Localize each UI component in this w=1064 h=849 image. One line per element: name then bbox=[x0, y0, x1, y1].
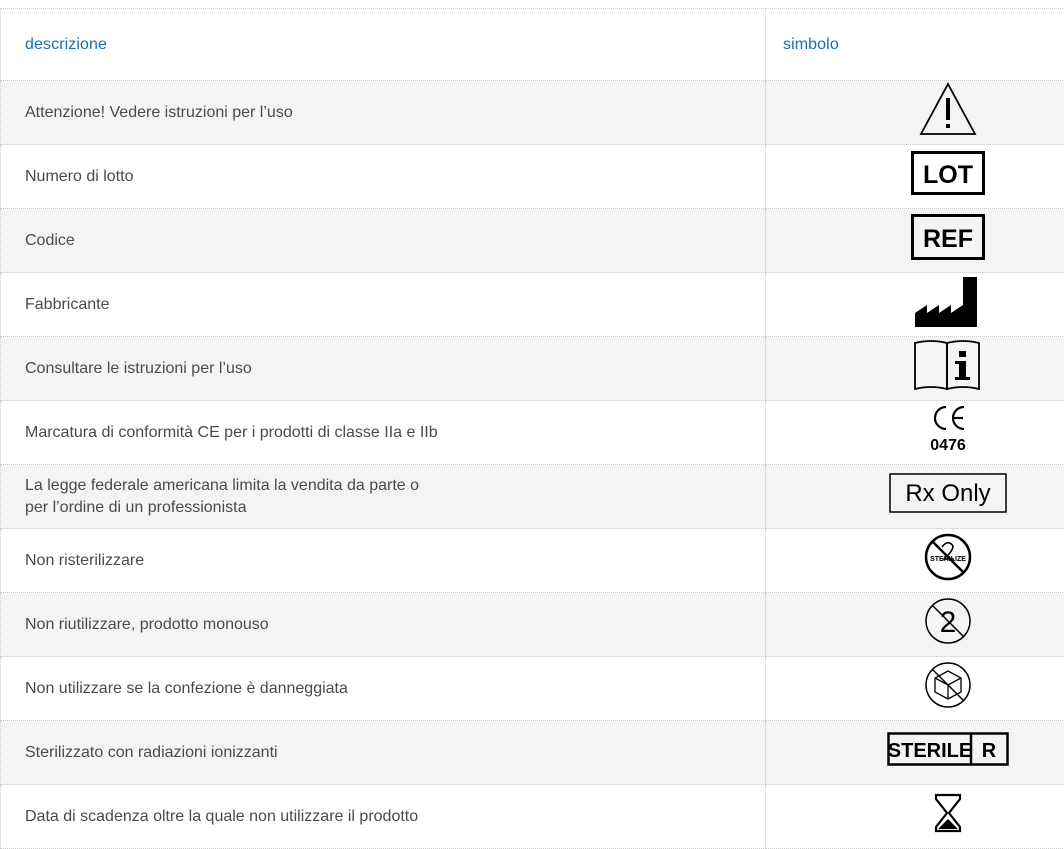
description-text: Non riutilizzare, prodotto monouso bbox=[1, 614, 765, 636]
rx-only-icon: Rx Only bbox=[873, 465, 1023, 521]
description-cell: Marcatura di conformità CE per i prodott… bbox=[1, 401, 766, 465]
symbol-cell: 2 bbox=[766, 593, 1064, 657]
consult-instructions-icon bbox=[873, 337, 1023, 393]
description-cell: Non risterilizzare bbox=[1, 529, 766, 593]
description-cell: Data di scadenza oltre la quale non util… bbox=[1, 785, 766, 849]
symbol-cell: LOT bbox=[766, 145, 1064, 209]
description-text: Data di scadenza oltre la quale non util… bbox=[1, 806, 765, 828]
hourglass-icon bbox=[873, 785, 1023, 841]
description-text: Consultare le istruzioni per l’uso bbox=[1, 358, 765, 380]
table-row: La legge federale americana limita la ve… bbox=[1, 465, 1064, 529]
description-text: Attenzione! Vedere istruzioni per l’uso bbox=[1, 102, 765, 124]
description-cell: La legge federale americana limita la ve… bbox=[1, 465, 766, 529]
lot-icon: LOT bbox=[873, 145, 1023, 201]
ce-mark-icon: 0476 bbox=[873, 401, 1023, 457]
table-row: Non utilizzare se la confezione è danneg… bbox=[1, 657, 1064, 721]
description-cell: Numero di lotto bbox=[1, 145, 766, 209]
symbol-cell bbox=[766, 657, 1064, 721]
table-row: Non riutilizzare, prodotto monouso 2 bbox=[1, 593, 1064, 657]
header-symbol-label: simbolo bbox=[766, 36, 839, 53]
ref-icon: REF bbox=[873, 209, 1023, 265]
do-not-use-if-damaged-icon bbox=[873, 657, 1023, 713]
description-cell: Codice bbox=[1, 209, 766, 273]
description-cell: Attenzione! Vedere istruzioni per l’uso bbox=[1, 81, 766, 145]
symbol-cell bbox=[766, 81, 1064, 145]
do-not-resterilize-icon: STERILIZE bbox=[873, 529, 1023, 585]
header-symbol: simbolo bbox=[766, 9, 1064, 81]
table-row: Codice REF bbox=[1, 209, 1064, 273]
sterile-text: STERILE bbox=[888, 740, 972, 762]
table-row: Numero di lotto LOT bbox=[1, 145, 1064, 209]
table-row: Marcatura di conformità CE per i prodott… bbox=[1, 401, 1064, 465]
table-row: Fabbricante bbox=[1, 273, 1064, 337]
symbol-cell: REF bbox=[766, 209, 1064, 273]
description-text: Marcatura di conformità CE per i prodott… bbox=[1, 422, 765, 444]
description-text: Non utilizzare se la confezione è danneg… bbox=[1, 678, 765, 700]
symbol-cell: Rx Only bbox=[766, 465, 1064, 529]
description-text: Non risterilizzare bbox=[1, 550, 765, 572]
table-row: Consultare le istruzioni per l’uso bbox=[1, 337, 1064, 401]
description-text-line-2: per l’ordine di un professionista bbox=[1, 497, 765, 519]
description-text-line-1: La legge federale americana limita la ve… bbox=[1, 475, 765, 497]
description-text: Numero di lotto bbox=[1, 166, 765, 188]
table-row: Non risterilizzare STERILIZE bbox=[1, 529, 1064, 593]
ref-icon-text: REF bbox=[923, 225, 973, 253]
description-text: Codice bbox=[1, 230, 765, 252]
symbols-legend-page: descrizione simbolo Attenzione! Vedere i… bbox=[0, 0, 1064, 838]
symbol-cell bbox=[766, 337, 1064, 401]
symbol-cell: STERILIZE bbox=[766, 529, 1064, 593]
do-not-reuse-icon: 2 bbox=[873, 593, 1023, 649]
warning-triangle-icon bbox=[873, 81, 1023, 137]
ce-mark-number: 0476 bbox=[930, 437, 966, 454]
sterile-r-icon: STERILE R bbox=[873, 721, 1023, 777]
sterile-method-text: R bbox=[982, 740, 997, 762]
manufacturer-icon bbox=[873, 273, 1023, 329]
header-description: descrizione bbox=[1, 9, 766, 81]
rx-only-text: Rx Only bbox=[905, 480, 990, 507]
symbol-cell bbox=[766, 785, 1064, 849]
do-not-reuse-number: 2 bbox=[940, 606, 957, 639]
symbol-cell: 0476 bbox=[766, 401, 1064, 465]
symbol-cell bbox=[766, 273, 1064, 337]
table-row: Data di scadenza oltre la quale non util… bbox=[1, 785, 1064, 849]
description-text: Fabbricante bbox=[1, 294, 765, 316]
header-description-label: descrizione bbox=[1, 36, 107, 53]
table-header: descrizione simbolo bbox=[1, 9, 1064, 81]
table-row: Sterilizzato con radiazioni ionizzanti S… bbox=[1, 721, 1064, 785]
description-text: Sterilizzato con radiazioni ionizzanti bbox=[1, 742, 765, 764]
description-cell: Non riutilizzare, prodotto monouso bbox=[1, 593, 766, 657]
lot-icon-text: LOT bbox=[923, 161, 973, 189]
symbols-table: descrizione simbolo Attenzione! Vedere i… bbox=[0, 8, 1064, 849]
description-cell: Fabbricante bbox=[1, 273, 766, 337]
description-cell: Consultare le istruzioni per l’uso bbox=[1, 337, 766, 401]
symbol-cell: STERILE R bbox=[766, 721, 1064, 785]
table-row: Attenzione! Vedere istruzioni per l’uso bbox=[1, 81, 1064, 145]
description-cell: Non utilizzare se la confezione è danneg… bbox=[1, 657, 766, 721]
header-row: descrizione simbolo bbox=[1, 9, 1064, 81]
description-cell: Sterilizzato con radiazioni ionizzanti bbox=[1, 721, 766, 785]
